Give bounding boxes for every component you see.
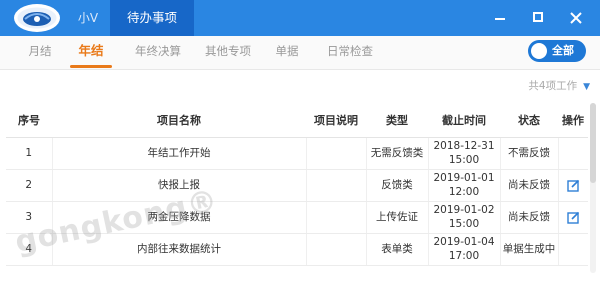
cell-action (558, 233, 588, 266)
deadline-time: 12:00 (448, 186, 480, 198)
table-row[interactable]: 3 两金压降数据 上传佐证 2019-01-02 15:00 尚未反馈 (6, 201, 588, 234)
cell-desc (306, 137, 367, 170)
edit-icon[interactable] (558, 201, 588, 234)
cell-no: 4 (6, 233, 53, 266)
cell-desc (306, 201, 367, 234)
header-type: 类型 (366, 103, 428, 138)
deadline-date: 2018-12-31 (433, 140, 495, 152)
header-action: 操作 (558, 103, 588, 138)
cell-action (558, 137, 588, 170)
active-tab-underline (70, 65, 112, 68)
deadline-time: 15:00 (448, 218, 480, 230)
header-no: 序号 (6, 103, 52, 138)
subtab-other-special[interactable]: 其他专项 (198, 36, 258, 70)
cell-type: 反馈类 (366, 169, 429, 202)
cell-status: 尚未反馈 (500, 201, 559, 234)
cell-deadline: 2019-01-02 15:00 (428, 201, 501, 234)
deadline-time: 17:00 (448, 250, 480, 262)
header-desc: 项目说明 (306, 103, 366, 138)
cell-type: 上传佐证 (366, 201, 429, 234)
toggle-knob (531, 43, 547, 59)
subtab-yearly[interactable]: 年结 (70, 36, 112, 70)
subtab-daily-check[interactable]: 日常检查 (320, 36, 380, 70)
header-name: 项目名称 (52, 103, 306, 138)
cell-desc (306, 169, 367, 202)
cell-name: 年结工作开始 (52, 137, 307, 170)
deadline-date: 2019-01-02 (433, 204, 495, 216)
deadline-time: 15:00 (448, 154, 480, 166)
close-icon[interactable] (562, 0, 590, 36)
app-logo-icon (14, 4, 60, 32)
work-count-dropdown[interactable]: 共4项工作 ▼ (490, 78, 590, 94)
cell-type: 表单类 (366, 233, 429, 266)
tab-todo[interactable]: 待办事项 (110, 0, 194, 36)
cell-no: 1 (6, 137, 53, 170)
cell-status: 尚未反馈 (500, 169, 559, 202)
show-all-toggle[interactable]: 全部 (528, 40, 586, 62)
table-row[interactable]: 2 快报上报 反馈类 2019-01-01 12:00 尚未反馈 (6, 169, 588, 202)
subtab-year-end-settlement[interactable]: 年终决算 (128, 36, 188, 70)
table-row[interactable]: 1 年结工作开始 无需反馈类 2018-12-31 15:00 不需反馈 (6, 137, 588, 170)
title-bar: 小V 待办事项 (0, 0, 600, 36)
subtab-documents[interactable]: 单据 (270, 36, 304, 70)
tab-home[interactable]: 小V (70, 0, 106, 36)
vertical-scrollbar[interactable] (590, 103, 596, 273)
chevron-down-icon: ▼ (583, 82, 590, 92)
cell-deadline: 2019-01-04 17:00 (428, 233, 501, 266)
maximize-icon[interactable] (524, 0, 552, 36)
work-count-text: 共4项工作 (528, 80, 578, 92)
cell-name: 两金压降数据 (52, 201, 307, 234)
header-status: 状态 (500, 103, 558, 138)
cell-type: 无需反馈类 (366, 137, 429, 170)
cell-deadline: 2019-01-01 12:00 (428, 169, 501, 202)
table-row[interactable]: 4 内部往来数据统计 表单类 2019-01-04 17:00 单据生成中 (6, 233, 588, 266)
toggle-label: 全部 (552, 44, 574, 57)
header-deadline: 截止时间 (428, 103, 500, 138)
todo-table: 序号 项目名称 项目说明 类型 截止时间 状态 操作 1 年结工作开始 无需反馈… (6, 103, 588, 266)
subtab-bar: 月结 年结 年终决算 其他专项 单据 日常检查 (0, 36, 600, 70)
cell-desc (306, 233, 367, 266)
minimize-icon[interactable] (486, 0, 514, 36)
cell-name: 内部往来数据统计 (52, 233, 307, 266)
cell-status: 单据生成中 (500, 233, 559, 266)
scrollbar-thumb[interactable] (590, 103, 596, 183)
edit-icon[interactable] (558, 169, 588, 202)
deadline-date: 2019-01-04 (433, 236, 495, 248)
subtab-yearly-label: 年结 (78, 43, 104, 58)
cell-status: 不需反馈 (500, 137, 559, 170)
cell-name: 快报上报 (52, 169, 307, 202)
subtab-monthly[interactable]: 月结 (24, 36, 56, 70)
table-header-row: 序号 项目名称 项目说明 类型 截止时间 状态 操作 (6, 103, 588, 138)
cell-no: 2 (6, 169, 53, 202)
cell-no: 3 (6, 201, 53, 234)
deadline-date: 2019-01-01 (433, 172, 495, 184)
cell-deadline: 2018-12-31 15:00 (428, 137, 501, 170)
